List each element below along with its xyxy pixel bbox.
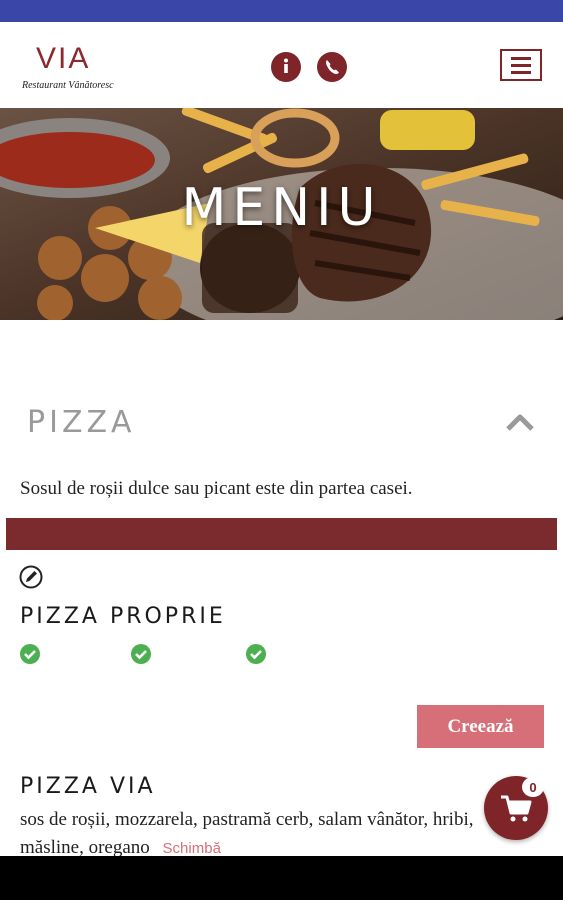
phone-icon[interactable]	[317, 52, 347, 82]
hero-banner: MENIU	[0, 108, 563, 320]
pizza-via-ingredients: sos de roșii, mozzarela, pastramă cerb, …	[20, 806, 540, 863]
ingredients-text: sos de roșii, mozzarela, pastramă cerb, …	[20, 809, 474, 858]
cart-count-badge: 0	[522, 777, 544, 797]
system-nav-bar	[0, 856, 563, 900]
logo-tagline: Restaurant Vânătoresc	[22, 80, 114, 91]
logo-text: VIA	[36, 42, 91, 75]
hamburger-line	[511, 56, 531, 60]
check-circle-icon	[130, 643, 152, 670]
chevron-up-icon[interactable]	[505, 413, 535, 438]
check-circle-icon	[19, 643, 41, 670]
category-title[interactable]: PIZZA	[27, 405, 136, 440]
hamburger-menu-button[interactable]	[500, 49, 542, 81]
info-icon[interactable]	[271, 52, 301, 82]
create-pizza-button[interactable]: Creează	[417, 705, 544, 748]
change-link[interactable]: Schimbă	[163, 840, 221, 857]
status-bar	[0, 0, 563, 22]
pizza-via-title: PIZZA VIA	[20, 774, 156, 799]
hamburger-line	[511, 70, 531, 74]
hamburger-line	[511, 63, 531, 67]
custom-pizza-title: PIZZA PROPRIE	[20, 604, 226, 629]
check-circle-icon	[245, 643, 267, 670]
page-title: MENIU	[181, 178, 382, 238]
edit-icon[interactable]	[19, 565, 43, 594]
section-divider-bar	[6, 518, 557, 550]
cart-icon	[501, 795, 532, 822]
category-description: Sosul de roșii dulce sau picant este din…	[20, 478, 413, 499]
logo[interactable]: VIA Restaurant Vânătoresc	[22, 42, 122, 92]
